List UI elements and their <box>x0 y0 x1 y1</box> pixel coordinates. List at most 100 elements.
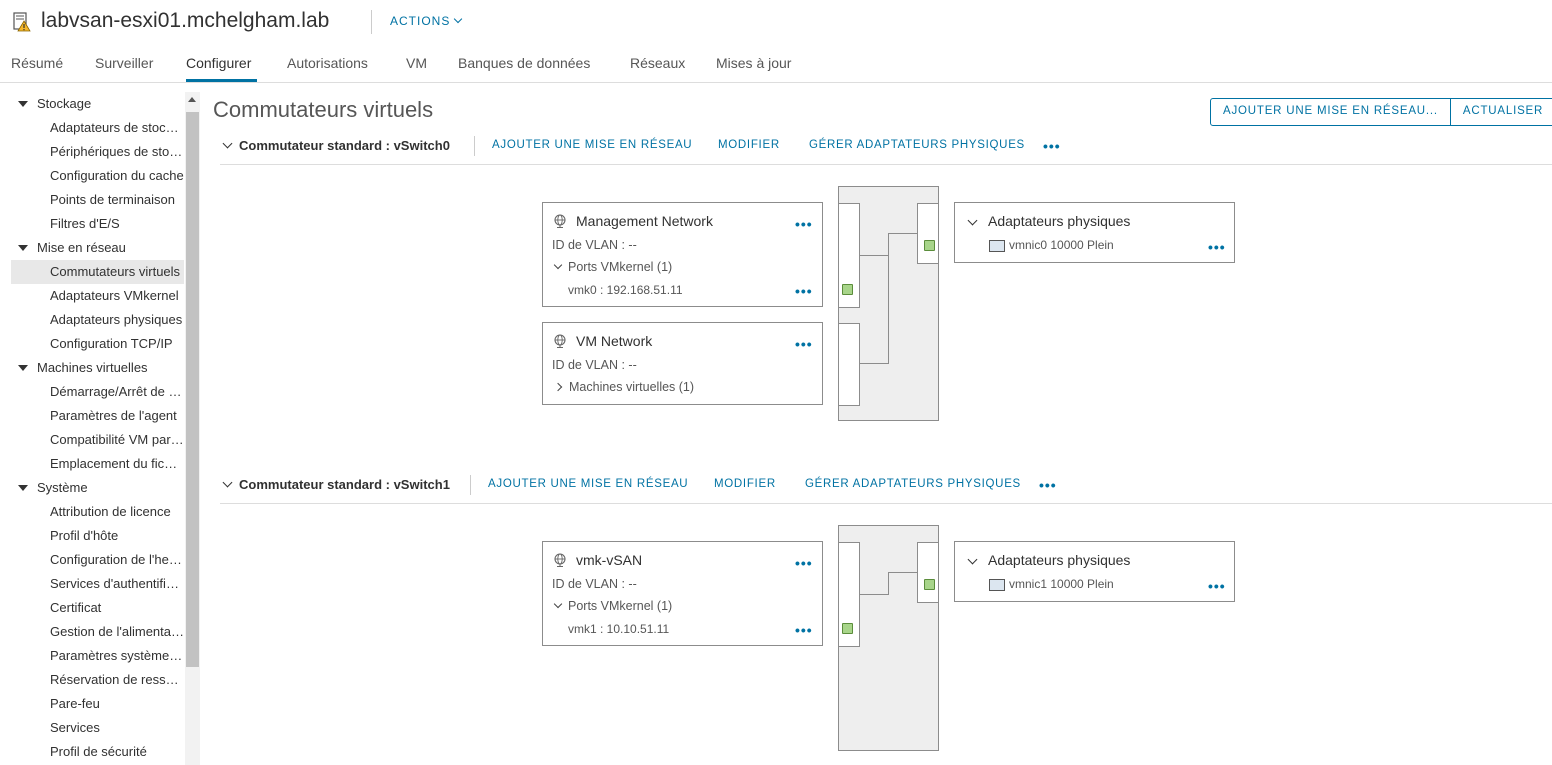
actions-menu[interactable]: ACTIONS <box>390 14 463 28</box>
wire <box>888 233 917 234</box>
sidebar-item[interactable]: Filtres d'E/S <box>11 212 184 236</box>
caret-down-icon <box>18 101 28 107</box>
uplink-strip <box>917 542 939 603</box>
tab-banques-de-donnees[interactable]: Banques de données <box>458 55 590 71</box>
vswitch1-add-networking-link[interactable]: AJOUTER UNE MISE EN RÉSEAU <box>488 478 688 490</box>
portgroup-card-vmk-vsan[interactable]: vmk-vSAN ••• ID de VLAN : -- Ports VMker… <box>542 541 823 646</box>
sidebar-item[interactable]: Profil de sécurité <box>11 740 184 764</box>
chevron-down-icon <box>553 599 563 609</box>
vswitch0-edit-link[interactable]: MODIFIER <box>718 139 780 151</box>
sidebar-label: Réservation de ressources <box>50 672 184 687</box>
sidebar-item[interactable]: Périphériques de stockage <box>11 140 184 164</box>
sidebar-category[interactable]: Mise en réseau <box>11 236 184 260</box>
tab-resume[interactable]: Résumé <box>11 55 63 71</box>
sidebar-item[interactable]: Configuration du cache <box>11 164 184 188</box>
sidebar-category[interactable]: Système <box>11 476 184 500</box>
virtual-machines-label: Machines virtuelles (1) <box>569 380 695 394</box>
sidebar-label: Périphériques de stockage <box>50 144 184 159</box>
uplink-port-icon <box>924 579 935 590</box>
sidebar-item[interactable]: Adaptateurs VMkernel <box>11 284 184 308</box>
sidebar-label: Gestion de l'alimentation <box>50 624 184 639</box>
chevron-down-icon[interactable] <box>222 138 233 149</box>
sidebar-label: Stockage <box>37 96 92 111</box>
more-icon[interactable]: ••• <box>1208 240 1226 254</box>
wire <box>888 233 889 364</box>
tab-reseaux[interactable]: Réseaux <box>630 55 685 71</box>
wire <box>888 572 917 573</box>
sidebar-label: Profil de sécurité <box>50 744 147 759</box>
chevron-down-icon[interactable] <box>222 477 233 488</box>
vswitch0-more-icon[interactable]: ••• <box>1043 139 1061 153</box>
sidebar-item[interactable]: Points de terminaison <box>11 188 184 212</box>
vlan-id: ID de VLAN : -- <box>552 577 637 591</box>
sidebar-item[interactable]: Pare-feu <box>11 692 184 716</box>
divider <box>474 136 475 156</box>
portgroup-card-vm-network[interactable]: VM Network ••• ID de VLAN : -- Machines … <box>542 322 823 405</box>
nic-label: vmnic0 10000 Plein <box>1009 238 1114 252</box>
vswitch1-manage-adapters-link[interactable]: GÉRER ADAPTATEURS PHYSIQUES <box>805 478 1021 490</box>
sidebar-item[interactable]: Emplacement du fichier <box>11 452 184 476</box>
more-icon[interactable]: ••• <box>795 556 813 570</box>
chevron-down-icon[interactable] <box>967 215 978 226</box>
sidebar-label: Configuration TCP/IP <box>50 336 173 351</box>
chevron-down-icon[interactable] <box>967 554 978 565</box>
sidebar-category[interactable]: Stockage <box>11 92 184 116</box>
sidebar-item[interactable]: Configuration de l'heure <box>11 548 184 572</box>
sidebar-label: Configuration du cache <box>50 168 184 183</box>
vlan-id: ID de VLAN : -- <box>552 358 637 372</box>
sidebar-item[interactable]: Démarrage/Arrêt de VM <box>11 380 184 404</box>
sidebar-item[interactable]: Commutateurs virtuels <box>11 260 184 284</box>
sidebar-item[interactable]: Compatibilité VM par défaut <box>11 428 184 452</box>
sidebar-item[interactable]: Services <box>11 716 184 740</box>
more-icon[interactable]: ••• <box>795 337 813 351</box>
virtual-machines-toggle[interactable]: Machines virtuelles (1) <box>553 380 695 394</box>
sidebar-scroll-thumb[interactable] <box>186 112 199 667</box>
caret-down-icon <box>18 245 28 251</box>
vswitch0-manage-adapters-link[interactable]: GÉRER ADAPTATEURS PHYSIQUES <box>809 139 1025 151</box>
port-icon <box>842 623 853 634</box>
sidebar-item[interactable]: Paramètres de l'agent <box>11 404 184 428</box>
more-icon[interactable]: ••• <box>795 217 813 231</box>
sidebar-item[interactable]: Certificat <box>11 596 184 620</box>
refresh-button[interactable]: ACTUALISER <box>1449 99 1552 125</box>
sidebar-item[interactable]: Paramètres système avancés <box>11 644 184 668</box>
sidebar-item[interactable]: Services d'authentification <box>11 572 184 596</box>
chevron-down-icon <box>454 14 463 24</box>
tab-configurer[interactable]: Configurer <box>186 55 251 71</box>
more-icon[interactable]: ••• <box>1208 579 1226 593</box>
tab-surveiller[interactable]: Surveiller <box>95 55 153 71</box>
more-icon[interactable]: ••• <box>795 623 813 637</box>
vmkernel-ports-toggle[interactable]: Ports VMkernel (1) <box>553 599 672 613</box>
sidebar-item[interactable]: Configuration TCP/IP <box>11 332 184 356</box>
more-icon[interactable]: ••• <box>795 284 813 298</box>
vswitch0-add-networking-link[interactable]: AJOUTER UNE MISE EN RÉSEAU <box>492 139 692 151</box>
tab-vm[interactable]: VM <box>406 55 427 71</box>
vmkernel-ports-toggle[interactable]: Ports VMkernel (1) <box>553 260 672 274</box>
vswitch1-more-icon[interactable]: ••• <box>1039 478 1057 492</box>
vmk-item: vmk0 : 192.168.51.11 <box>568 283 683 297</box>
sidebar-item[interactable]: Attribution de licence <box>11 500 184 524</box>
sidebar-label: Points de terminaison <box>50 192 176 207</box>
tab-mises-a-jour[interactable]: Mises à jour <box>716 55 791 71</box>
sidebar-item[interactable]: Réservation de ressources <box>11 668 184 692</box>
physical-adapters-card[interactable]: Adaptateurs physiques vmnic1 10000 Plein… <box>954 541 1235 602</box>
sidebar-item[interactable]: Adaptateurs de stockage <box>11 116 184 140</box>
sidebar-item[interactable]: Gestion de l'alimentation <box>11 620 184 644</box>
sidebar-label: Services d'authentification <box>50 576 184 591</box>
divider <box>470 475 471 495</box>
vswitch1-edit-link[interactable]: MODIFIER <box>714 478 776 490</box>
sidebar-label: Démarrage/Arrêt de VM <box>50 384 184 399</box>
caret-down-icon <box>18 485 28 491</box>
sidebar-item[interactable]: Adaptateurs physiques <box>11 308 184 332</box>
portgroup-card-management[interactable]: Management Network ••• ID de VLAN : -- P… <box>542 202 823 307</box>
sidebar-label: Machines virtuelles <box>37 360 148 375</box>
sidebar-item[interactable]: Profil d'hôte <box>11 524 184 548</box>
physical-adapters-card[interactable]: Adaptateurs physiques vmnic0 10000 Plein… <box>954 202 1235 263</box>
scroll-up-arrow-icon[interactable] <box>188 97 196 102</box>
sidebar-label: Adaptateurs physiques <box>50 312 183 327</box>
wire <box>860 594 888 595</box>
add-networking-button[interactable]: AJOUTER UNE MISE EN RÉSEAU... <box>1211 99 1450 125</box>
portgroup-name: VM Network <box>576 333 653 349</box>
tab-autorisations[interactable]: Autorisations <box>287 55 368 71</box>
sidebar-category[interactable]: Machines virtuelles <box>11 356 184 380</box>
